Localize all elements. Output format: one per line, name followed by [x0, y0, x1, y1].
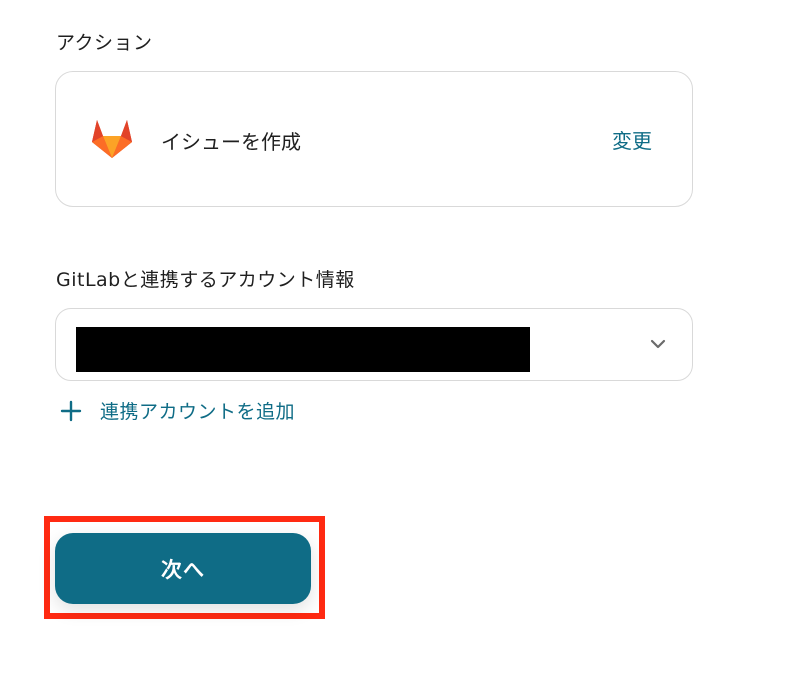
action-section-label: アクション [56, 32, 153, 54]
gitlab-logo-icon [92, 120, 132, 158]
action-name: イシューを作成 [161, 130, 301, 154]
account-select[interactable] [55, 308, 693, 381]
action-card: イシューを作成 変更 [55, 71, 693, 207]
gitlab-account-label: GitLabと連携するアカウント情報 [56, 269, 355, 291]
next-button[interactable]: 次へ [55, 533, 311, 604]
plus-icon [60, 400, 82, 421]
chevron-down-icon [650, 339, 666, 349]
redacted-account-value [76, 327, 530, 372]
add-account-label: 連携アカウントを追加 [100, 401, 296, 423]
change-action-link[interactable]: 変更 [612, 125, 652, 154]
add-account-link[interactable]: 連携アカウントを追加 [60, 397, 295, 424]
